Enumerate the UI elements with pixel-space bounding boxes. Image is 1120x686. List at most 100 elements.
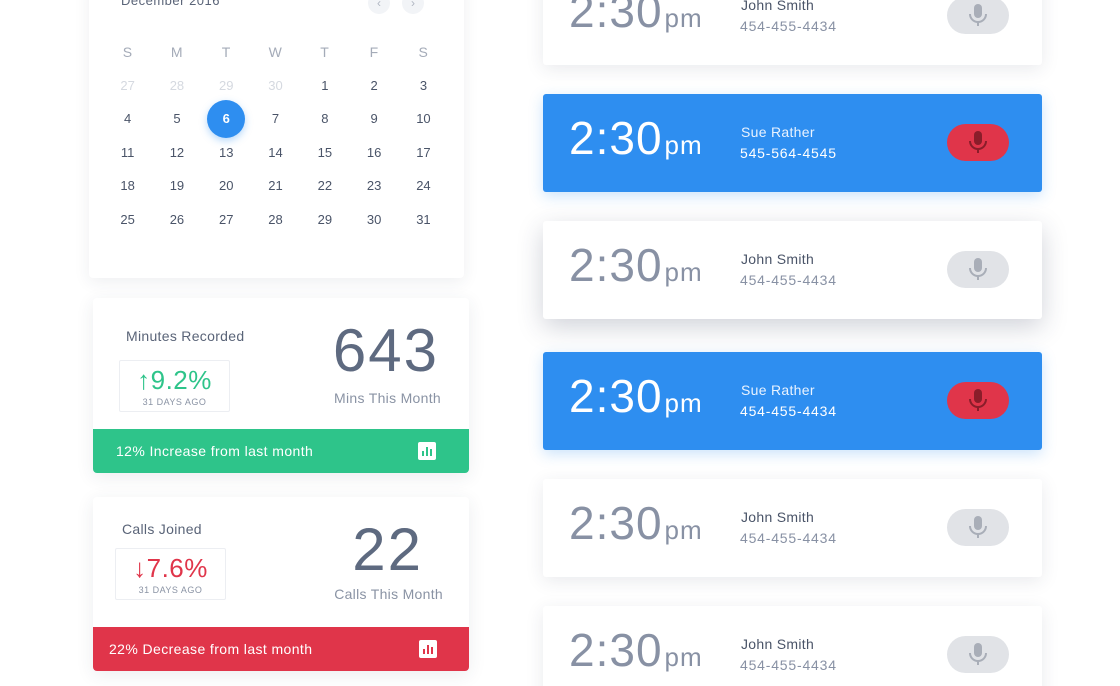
caller-name: Sue Rather: [741, 124, 815, 140]
mic-button[interactable]: [947, 0, 1009, 34]
stat-label: Minutes Recorded: [126, 328, 245, 344]
calendar-week-row: 18 19 20 21 22 23 24: [103, 169, 449, 203]
calendar-day[interactable]: 31: [399, 212, 448, 227]
footer-text: 12% Increase from last month: [116, 443, 314, 459]
caller-name: John Smith: [741, 636, 815, 652]
call-card[interactable]: 2:30pm Sue Rather 454-455-4434: [543, 352, 1042, 450]
calendar-day[interactable]: 16: [349, 145, 398, 160]
arrow-down-icon: ↓: [133, 553, 147, 583]
calendar-day[interactable]: 21: [251, 178, 300, 193]
weekday-label: M: [170, 43, 184, 60]
calendar-header: December 2016 ‹ ›: [121, 0, 432, 18]
call-time: 2:30pm: [569, 370, 703, 422]
calendar-day[interactable]: 26: [152, 212, 201, 227]
calendar-day[interactable]: 28: [152, 78, 201, 93]
calendar-day-selected[interactable]: 6: [202, 99, 251, 138]
calendar-day[interactable]: 3: [399, 78, 448, 93]
calendar-day[interactable]: 29: [202, 78, 251, 93]
caller-phone: 454-455-4434: [740, 18, 837, 34]
selected-day-label: 6: [207, 99, 246, 138]
calendar-day[interactable]: 9: [349, 111, 398, 126]
calendar-day[interactable]: 30: [251, 78, 300, 93]
call-card[interactable]: 2:30pm John Smith 454-455-4434: [543, 606, 1042, 686]
microphone-icon: [969, 516, 987, 538]
change-box: ↑9.2% 31 DAYS AGO: [119, 360, 230, 412]
call-card[interactable]: 2:30pm John Smith 454-455-4434: [543, 479, 1042, 577]
calendar-day[interactable]: 23: [349, 178, 398, 193]
chevron-left-icon[interactable]: ‹: [368, 0, 390, 14]
mic-button[interactable]: [947, 636, 1009, 673]
bar-chart-icon[interactable]: [418, 442, 436, 460]
mic-button[interactable]: [947, 382, 1009, 419]
calendar-day[interactable]: 10: [399, 111, 448, 126]
microphone-icon: [969, 131, 987, 153]
calendar-month-title: December 2016: [121, 0, 220, 8]
calendar-day[interactable]: 20: [202, 178, 251, 193]
calendar-day[interactable]: 27: [103, 78, 152, 93]
stat-label: Calls Joined: [122, 521, 202, 537]
chevron-right-icon[interactable]: ›: [402, 0, 424, 14]
calendar-day[interactable]: 24: [399, 178, 448, 193]
calendar-day[interactable]: 14: [251, 145, 300, 160]
calendar-day[interactable]: 5: [152, 111, 201, 126]
caller-name: Sue Rather: [741, 382, 815, 398]
mic-button[interactable]: [947, 509, 1009, 546]
calendar-week-row: 4 5 6 7 8 9 10: [103, 99, 449, 138]
calendar-day[interactable]: 2: [349, 78, 398, 93]
microphone-icon: [969, 4, 987, 26]
bar-chart-icon[interactable]: [419, 640, 437, 658]
change-period: 31 DAYS AGO: [142, 397, 207, 407]
change-box: ↓7.6% 31 DAYS AGO: [115, 548, 226, 600]
calendar-day[interactable]: 11: [103, 145, 152, 160]
calls-joined-card: Calls Joined ↓7.6% 31 DAYS AGO 22 Calls …: [93, 497, 469, 671]
calendar-day[interactable]: 13: [202, 145, 251, 160]
calendar-day[interactable]: 1: [300, 78, 349, 93]
calendar-widget: December 2016 ‹ › S M T W T F S 27 28 29…: [89, 0, 464, 278]
caller-name: John Smith: [741, 509, 815, 525]
calendar-week-row: 25 26 27 28 29 30 31: [103, 203, 449, 237]
calendar-day[interactable]: 7: [251, 111, 300, 126]
calendar-day[interactable]: 27: [202, 212, 251, 227]
calendar-day[interactable]: 28: [251, 212, 300, 227]
mic-button[interactable]: [947, 251, 1009, 288]
minutes-recorded-card: Minutes Recorded ↑9.2% 31 DAYS AGO 643 M…: [93, 298, 469, 473]
calendar-day[interactable]: 30: [349, 212, 398, 227]
calendar-day[interactable]: 29: [300, 212, 349, 227]
weekday-label: S: [122, 43, 133, 60]
calendar-day[interactable]: 17: [399, 145, 448, 160]
microphone-icon: [969, 643, 987, 665]
caller-name: John Smith: [741, 251, 815, 267]
stat-value-label: Mins This Month: [334, 390, 441, 406]
calendar-day[interactable]: 8: [300, 111, 349, 126]
calendar-weekday-row: S M T W T F S: [103, 35, 449, 69]
calendar-day[interactable]: 19: [152, 178, 201, 193]
call-time: 2:30pm: [569, 624, 703, 676]
calendar-day[interactable]: 25: [103, 212, 152, 227]
call-time: 2:30pm: [569, 239, 703, 291]
caller-name: John Smith: [741, 0, 815, 13]
weekday-label: T: [320, 43, 330, 60]
calendar-day[interactable]: 22: [300, 178, 349, 193]
calendar-day[interactable]: 4: [103, 111, 152, 126]
weekday-label: S: [418, 43, 429, 60]
caller-phone: 454-455-4434: [740, 657, 837, 673]
caller-phone: 454-455-4434: [740, 530, 837, 546]
stat-value: 643: [332, 317, 439, 384]
stat-footer: 22% Decrease from last month: [93, 627, 469, 671]
calendar-week-row: 11 12 13 14 15 16 17: [103, 136, 449, 170]
mic-button[interactable]: [947, 124, 1009, 161]
calendar-day[interactable]: 15: [300, 145, 349, 160]
weekday-label: T: [221, 43, 231, 60]
change-value: ↓7.6%: [133, 553, 208, 583]
footer-text: 22% Decrease from last month: [109, 641, 313, 657]
call-card[interactable]: 2:30pm Sue Rather 545-564-4545: [543, 94, 1042, 192]
call-card[interactable]: 2:30pm John Smith 454-455-4434: [543, 0, 1042, 65]
calendar-week-row: 27 28 29 30 1 2 3: [103, 69, 449, 103]
change-value: ↑9.2%: [137, 365, 212, 395]
calendar-grid: S M T W T F S 27 28 29 30 1 2 3 4 5 6 7 …: [103, 35, 449, 236]
calendar-day[interactable]: 12: [152, 145, 201, 160]
microphone-icon: [969, 389, 987, 411]
call-time: 2:30pm: [569, 497, 703, 549]
calendar-day[interactable]: 18: [103, 178, 152, 193]
call-card[interactable]: 2:30pm John Smith 454-455-4434: [543, 221, 1042, 319]
